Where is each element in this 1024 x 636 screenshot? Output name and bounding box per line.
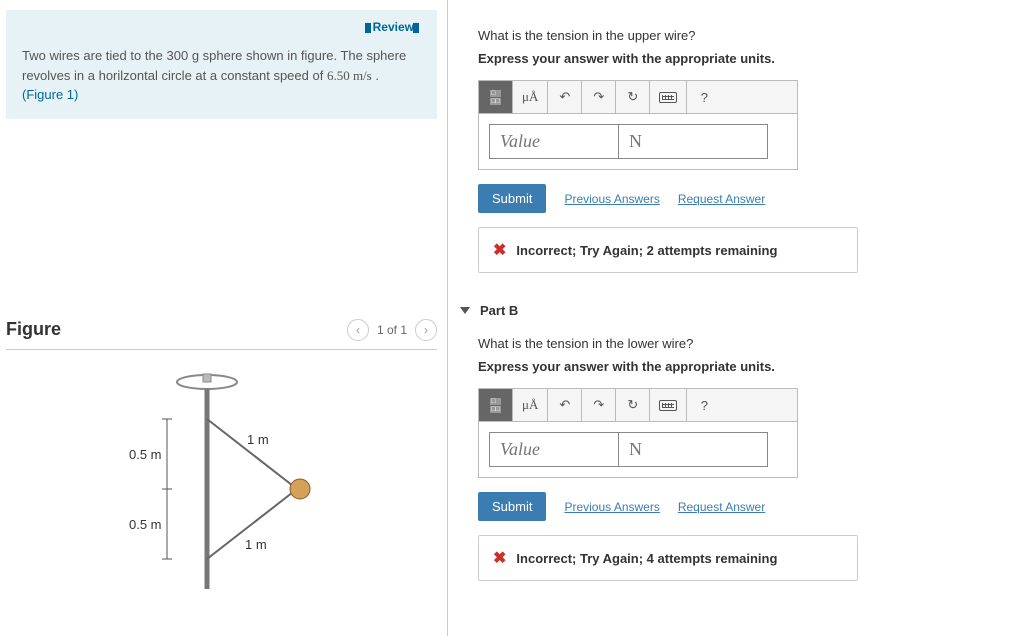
- figure-link[interactable]: (Figure 1): [22, 87, 78, 102]
- partA-unit-input[interactable]: [618, 124, 768, 159]
- label-bottom-dist: 0.5 m: [129, 517, 162, 532]
- help-button[interactable]: ?: [687, 389, 721, 421]
- reset-button[interactable]: ↻: [616, 81, 650, 113]
- figure-diagram: 0.5 m 0.5 m 1 m 1 m: [6, 364, 437, 594]
- incorrect-icon: ✖: [493, 548, 506, 568]
- partB-request-answer-link[interactable]: Request Answer: [678, 500, 765, 514]
- collapse-icon: [460, 307, 470, 314]
- partA-question: What is the tension in the upper wire?: [478, 28, 1004, 43]
- undo-button[interactable]: ↶: [548, 81, 582, 113]
- partB-header[interactable]: Part B: [460, 303, 1004, 318]
- partA-answer-widget: □□□ μÅ ↶ ↷ ↻ ?: [478, 80, 798, 170]
- redo-button[interactable]: ↷: [582, 389, 616, 421]
- partB-submit-button[interactable]: Submit: [478, 492, 546, 521]
- partB-question: What is the tension in the lower wire?: [478, 336, 1004, 351]
- partA-feedback: ✖ Incorrect; Try Again; 2 attempts remai…: [478, 227, 858, 273]
- partB-feedback: ✖ Incorrect; Try Again; 4 attempts remai…: [478, 535, 858, 581]
- template-button[interactable]: □□□: [479, 389, 513, 421]
- label-wire-top: 1 m: [247, 432, 269, 447]
- partB-value-input[interactable]: [489, 432, 619, 467]
- label-wire-bottom: 1 m: [245, 537, 267, 552]
- help-button[interactable]: ?: [687, 81, 721, 113]
- partA-instruction: Express your answer with the appropriate…: [478, 51, 1004, 66]
- partB-header-label: Part B: [480, 303, 518, 318]
- label-top-dist: 0.5 m: [129, 447, 162, 462]
- review-link[interactable]: Review: [365, 20, 423, 34]
- figure-prev-button[interactable]: ‹: [347, 319, 369, 341]
- partA-submit-button[interactable]: Submit: [478, 184, 546, 213]
- redo-button[interactable]: ↷: [582, 81, 616, 113]
- partA-previous-answers-link[interactable]: Previous Answers: [564, 192, 659, 206]
- partB-answer-widget: □□□ μÅ ↶ ↷ ↻ ?: [478, 388, 798, 478]
- problem-statement: Review Two wires are tied to the 300 g s…: [6, 10, 437, 119]
- partA-value-input[interactable]: [489, 124, 619, 159]
- partB-instruction: Express your answer with the appropriate…: [478, 359, 1004, 374]
- partB-unit-input[interactable]: [618, 432, 768, 467]
- partB-previous-answers-link[interactable]: Previous Answers: [564, 500, 659, 514]
- partB-feedback-text: Incorrect; Try Again; 4 attempts remaini…: [516, 551, 777, 566]
- problem-text-2: .: [372, 68, 379, 83]
- keyboard-button[interactable]: [650, 81, 687, 113]
- units-symbols-button[interactable]: μÅ: [513, 389, 548, 421]
- reset-button[interactable]: ↻: [616, 389, 650, 421]
- units-symbols-button[interactable]: μÅ: [513, 81, 548, 113]
- figure-next-button[interactable]: ›: [415, 319, 437, 341]
- figure-title: Figure: [6, 319, 61, 340]
- figure-counter: 1 of 1: [377, 323, 407, 337]
- incorrect-icon: ✖: [493, 240, 506, 260]
- keyboard-button[interactable]: [650, 389, 687, 421]
- template-button[interactable]: □□□: [479, 81, 513, 113]
- partA-feedback-text: Incorrect; Try Again; 2 attempts remaini…: [516, 243, 777, 258]
- undo-button[interactable]: ↶: [548, 389, 582, 421]
- partA-request-answer-link[interactable]: Request Answer: [678, 192, 765, 206]
- problem-speed: 6.50 m/s: [327, 68, 372, 83]
